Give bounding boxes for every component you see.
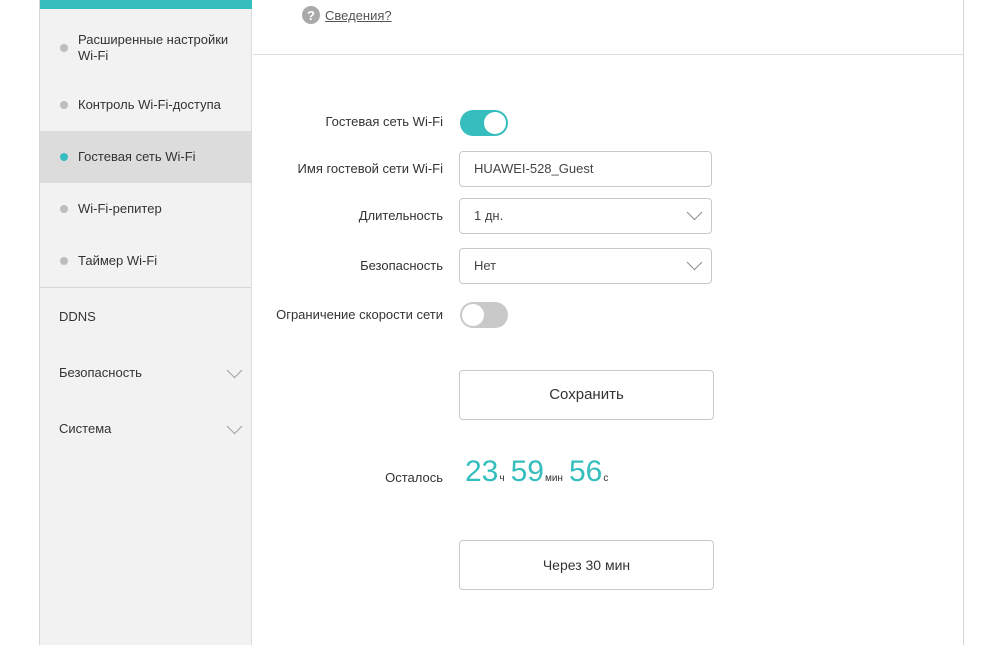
security-label: Безопасность — [360, 258, 443, 273]
remaining-timer: 23ч 59мин 56с — [465, 455, 614, 489]
sidebar-item-security[interactable]: Безопасность — [40, 353, 251, 393]
main-content: ? Сведения? Гостевая сеть Wi-Fi Имя гост… — [253, 0, 963, 645]
speed-limit-toggle[interactable] — [460, 302, 508, 328]
bullet-icon — [60, 101, 68, 109]
sidebar-item-label: Расширенные настройки Wi-Fi — [78, 32, 229, 63]
timer-hours: 23 — [465, 455, 499, 488]
sidebar-item-label: Гостевая сеть Wi-Fi — [78, 149, 196, 164]
chevron-down-icon — [226, 418, 243, 435]
timer-seconds: 56 — [568, 455, 603, 488]
sidebar-item-label: Контроль Wi-Fi-доступа — [78, 97, 221, 112]
duration-select[interactable]: 1 дн. — [459, 198, 712, 234]
help-icon[interactable]: ? — [302, 6, 320, 24]
details-hint: ? Сведения? — [302, 6, 392, 24]
sidebar-item-label: Безопасность — [59, 365, 142, 380]
bullet-icon — [60, 153, 68, 161]
sidebar-item-ddns[interactable]: DDNS — [40, 297, 251, 337]
security-select[interactable]: Нет — [459, 248, 712, 284]
sidebar-divider — [40, 287, 251, 288]
bullet-icon — [60, 205, 68, 213]
chevron-down-icon — [686, 204, 703, 221]
bullet-icon — [60, 257, 68, 265]
ssid-label: Имя гостевой сети Wi-Fi — [297, 161, 443, 176]
save-button[interactable]: Сохранить — [459, 370, 714, 420]
sidebar-item-label: DDNS — [59, 309, 96, 324]
timer-seconds-unit: с — [603, 473, 609, 484]
chevron-down-icon — [226, 362, 243, 379]
guest-wifi-label: Гостевая сеть Wi-Fi — [325, 114, 443, 129]
ssid-input[interactable]: HUAWEI-528_Guest — [459, 151, 712, 187]
timer-minutes-unit: мин — [544, 473, 563, 484]
sidebar-item-advanced-wifi[interactable]: Расширенные настройки Wi-Fi — [40, 24, 251, 72]
section-divider — [253, 54, 963, 55]
sidebar-item-wifi-timer[interactable]: Таймер Wi-Fi — [40, 236, 251, 286]
sidebar: Расширенные настройки Wi-Fi Контроль Wi-… — [40, 0, 252, 645]
speed-limit-label: Ограничение скорости сети — [276, 307, 443, 322]
timer-minutes: 59 — [510, 455, 544, 488]
remaining-label: Осталось — [385, 470, 443, 485]
timer-hours-unit: ч — [499, 473, 505, 484]
sidebar-item-wifi-repeater[interactable]: Wi-Fi-репитер — [40, 184, 251, 234]
guest-wifi-toggle[interactable] — [460, 110, 508, 136]
chevron-down-icon — [686, 254, 703, 271]
sidebar-item-wifi-access-control[interactable]: Контроль Wi-Fi-доступа — [40, 80, 251, 130]
duration-value: 1 дн. — [474, 208, 504, 223]
sidebar-item-guest-wifi[interactable]: Гостевая сеть Wi-Fi — [40, 131, 251, 183]
details-link[interactable]: Сведения? — [325, 8, 392, 23]
bullet-icon — [60, 44, 68, 52]
sidebar-item-label: Wi-Fi-репитер — [78, 201, 162, 216]
duration-label: Длительность — [358, 208, 443, 223]
sidebar-item-label: Система — [59, 421, 112, 436]
toggle-knob — [484, 112, 506, 134]
sidebar-accent-bar — [40, 0, 252, 9]
extend-30-min-button[interactable]: Через 30 мин — [459, 540, 714, 590]
security-value: Нет — [474, 258, 497, 273]
toggle-knob — [462, 304, 484, 326]
sidebar-item-label: Таймер Wi-Fi — [78, 253, 158, 268]
sidebar-item-system[interactable]: Система — [40, 409, 251, 449]
